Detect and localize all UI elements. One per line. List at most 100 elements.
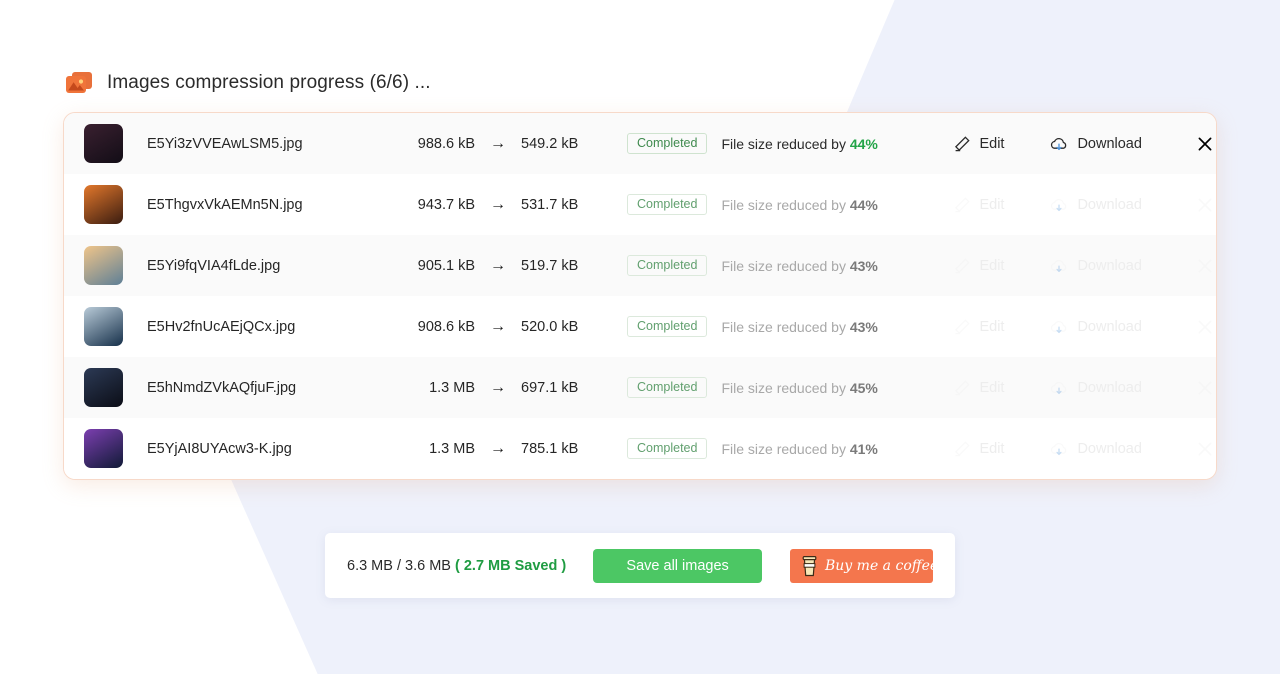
edit-button: Edit — [953, 257, 1049, 275]
table-row: E5ThgvxVkAEMn5N.jpg 943.7 kB → 531.7 kB Comp… — [64, 174, 1216, 235]
reduction-text: File size reduced by 44% — [721, 136, 953, 152]
status-badge: Completed — [627, 376, 708, 399]
table-row: E5hNmdZVkAQfjuF.jpg 1.3 MB → 697.1 kB Comple… — [64, 357, 1216, 418]
row-actions: Edit Download — [953, 440, 1213, 458]
pencil-icon — [953, 440, 971, 458]
reduction-percent: 44% — [849, 196, 878, 213]
table-row: E5YjAI8UYAcw3-K.jpg 1.3 MB → 785.1 kB Comple… — [64, 418, 1216, 479]
coffee-button-label: Buy me a coffee — [825, 557, 939, 574]
download-button[interactable]: Download — [1049, 135, 1179, 153]
size-after: 531.7 kB — [521, 196, 579, 213]
arrow-right-icon: → — [490, 439, 506, 457]
download-label: Download — [1077, 196, 1142, 213]
file-name: E5Yi9fqVIA4fLde.jpg — [147, 257, 281, 274]
row-actions: Edit Download — [953, 318, 1213, 336]
download-button: Download — [1049, 196, 1179, 214]
reduction-prefix: File size reduced by — [721, 135, 850, 152]
coffee-cup-icon — [802, 555, 817, 577]
edit-label: Edit — [979, 257, 1005, 274]
reduction-text: File size reduced by 43% — [721, 258, 953, 274]
pencil-icon — [953, 135, 971, 153]
download-button: Download — [1049, 318, 1179, 336]
reduction-percent: 43% — [849, 257, 878, 274]
footer-bar: 6.3 MB / 3.6 MB ( 2.7 MB Saved ) Save al… — [325, 533, 955, 598]
download-label: Download — [1077, 379, 1142, 396]
row-actions: Edit Download — [953, 257, 1213, 275]
edit-label: Edit — [979, 318, 1005, 335]
file-name: E5ThgvxVkAEMn5N.jpg — [147, 196, 303, 213]
reduction-prefix: File size reduced by — [721, 379, 850, 396]
reduction-text: File size reduced by 41% — [721, 441, 953, 457]
close-button — [1179, 197, 1213, 213]
edit-button: Edit — [953, 379, 1049, 397]
close-icon — [1197, 380, 1213, 396]
arrow-right-icon: → — [490, 195, 506, 213]
arrow-right-icon: → — [490, 317, 506, 335]
image-thumbnail — [84, 429, 123, 468]
status-badge: Completed — [627, 132, 708, 155]
reduction-percent: 41% — [849, 440, 878, 457]
download-label: Download — [1077, 135, 1142, 152]
status-badge: Completed — [627, 437, 708, 460]
file-sizes: 908.6 kB → 520.0 kB — [399, 317, 619, 335]
close-icon — [1197, 197, 1213, 213]
size-before: 1.3 MB — [429, 440, 475, 457]
reduction-percent: 44% — [849, 135, 878, 152]
save-all-images-button[interactable]: Save all images — [593, 548, 762, 583]
row-actions: Edit Download — [953, 379, 1213, 397]
arrow-right-icon: → — [490, 378, 506, 396]
reduction-prefix: File size reduced by — [721, 196, 850, 213]
table-row: E5Yi9fqVIA4fLde.jpg 905.1 kB → 519.7 kB Comp… — [64, 235, 1216, 296]
file-sizes: 988.6 kB → 549.2 kB — [399, 134, 619, 152]
file-name: E5Yi3zVVEAwLSM5.jpg — [147, 135, 303, 152]
edit-button: Edit — [953, 196, 1049, 214]
download-button: Download — [1049, 257, 1179, 275]
size-before: 988.6 kB — [417, 135, 475, 152]
close-button[interactable] — [1179, 136, 1213, 152]
status-badge: Completed — [627, 315, 708, 338]
pencil-icon — [953, 318, 971, 336]
totals-text: 6.3 MB / 3.6 MB ( 2.7 MB Saved ) — [347, 558, 566, 574]
cloud-download-icon — [1049, 135, 1069, 153]
size-before: 943.7 kB — [417, 196, 475, 213]
cloud-download-icon — [1049, 318, 1069, 336]
edit-button[interactable]: Edit — [953, 135, 1049, 153]
status-badge: Completed — [627, 254, 708, 277]
close-icon — [1197, 258, 1213, 274]
image-thumbnail — [84, 307, 123, 346]
pencil-icon — [953, 196, 971, 214]
arrow-right-icon: → — [490, 134, 506, 152]
reduction-text: File size reduced by 43% — [721, 319, 953, 335]
buy-me-a-coffee-button[interactable]: Buy me a coffee — [790, 548, 938, 583]
totals-prefix: 6.3 MB / 3.6 MB — [347, 557, 455, 574]
close-button — [1179, 380, 1213, 396]
edit-label: Edit — [979, 135, 1005, 152]
close-button — [1179, 258, 1213, 274]
size-before: 1.3 MB — [429, 379, 475, 396]
file-name: E5Hv2fnUcAEjQCx.jpg — [147, 318, 296, 335]
images-icon — [65, 70, 95, 96]
size-after: 520.0 kB — [521, 318, 579, 335]
file-name: E5hNmdZVkAQfjuF.jpg — [147, 379, 297, 396]
reduction-prefix: File size reduced by — [721, 318, 850, 335]
cloud-download-icon — [1049, 379, 1069, 397]
status-badge: Completed — [627, 193, 708, 216]
close-icon — [1197, 441, 1213, 457]
image-thumbnail — [84, 246, 123, 285]
image-thumbnail — [84, 368, 123, 407]
file-sizes: 1.3 MB → 785.1 kB — [399, 439, 619, 457]
file-sizes: 905.1 kB → 519.7 kB — [399, 257, 619, 274]
size-before: 908.6 kB — [417, 318, 475, 335]
reduction-prefix: File size reduced by — [721, 257, 850, 274]
totals-saved: ( 2.7 MB Saved ) — [455, 557, 567, 574]
table-row: E5Yi3zVVEAwLSM5.jpg 988.6 kB → 549.2 kB Comp… — [64, 113, 1216, 174]
reduction-percent: 43% — [849, 318, 878, 335]
compression-list-card: E5Yi3zVVEAwLSM5.jpg 988.6 kB → 549.2 kB Comp… — [63, 112, 1217, 480]
download-label: Download — [1077, 440, 1142, 457]
size-after: 549.2 kB — [521, 135, 579, 152]
size-after: 519.7 kB — [521, 257, 579, 274]
file-sizes: 943.7 kB → 531.7 kB — [399, 195, 619, 213]
row-actions: Edit Download — [953, 196, 1213, 214]
edit-label: Edit — [979, 196, 1005, 213]
edit-button: Edit — [953, 318, 1049, 336]
